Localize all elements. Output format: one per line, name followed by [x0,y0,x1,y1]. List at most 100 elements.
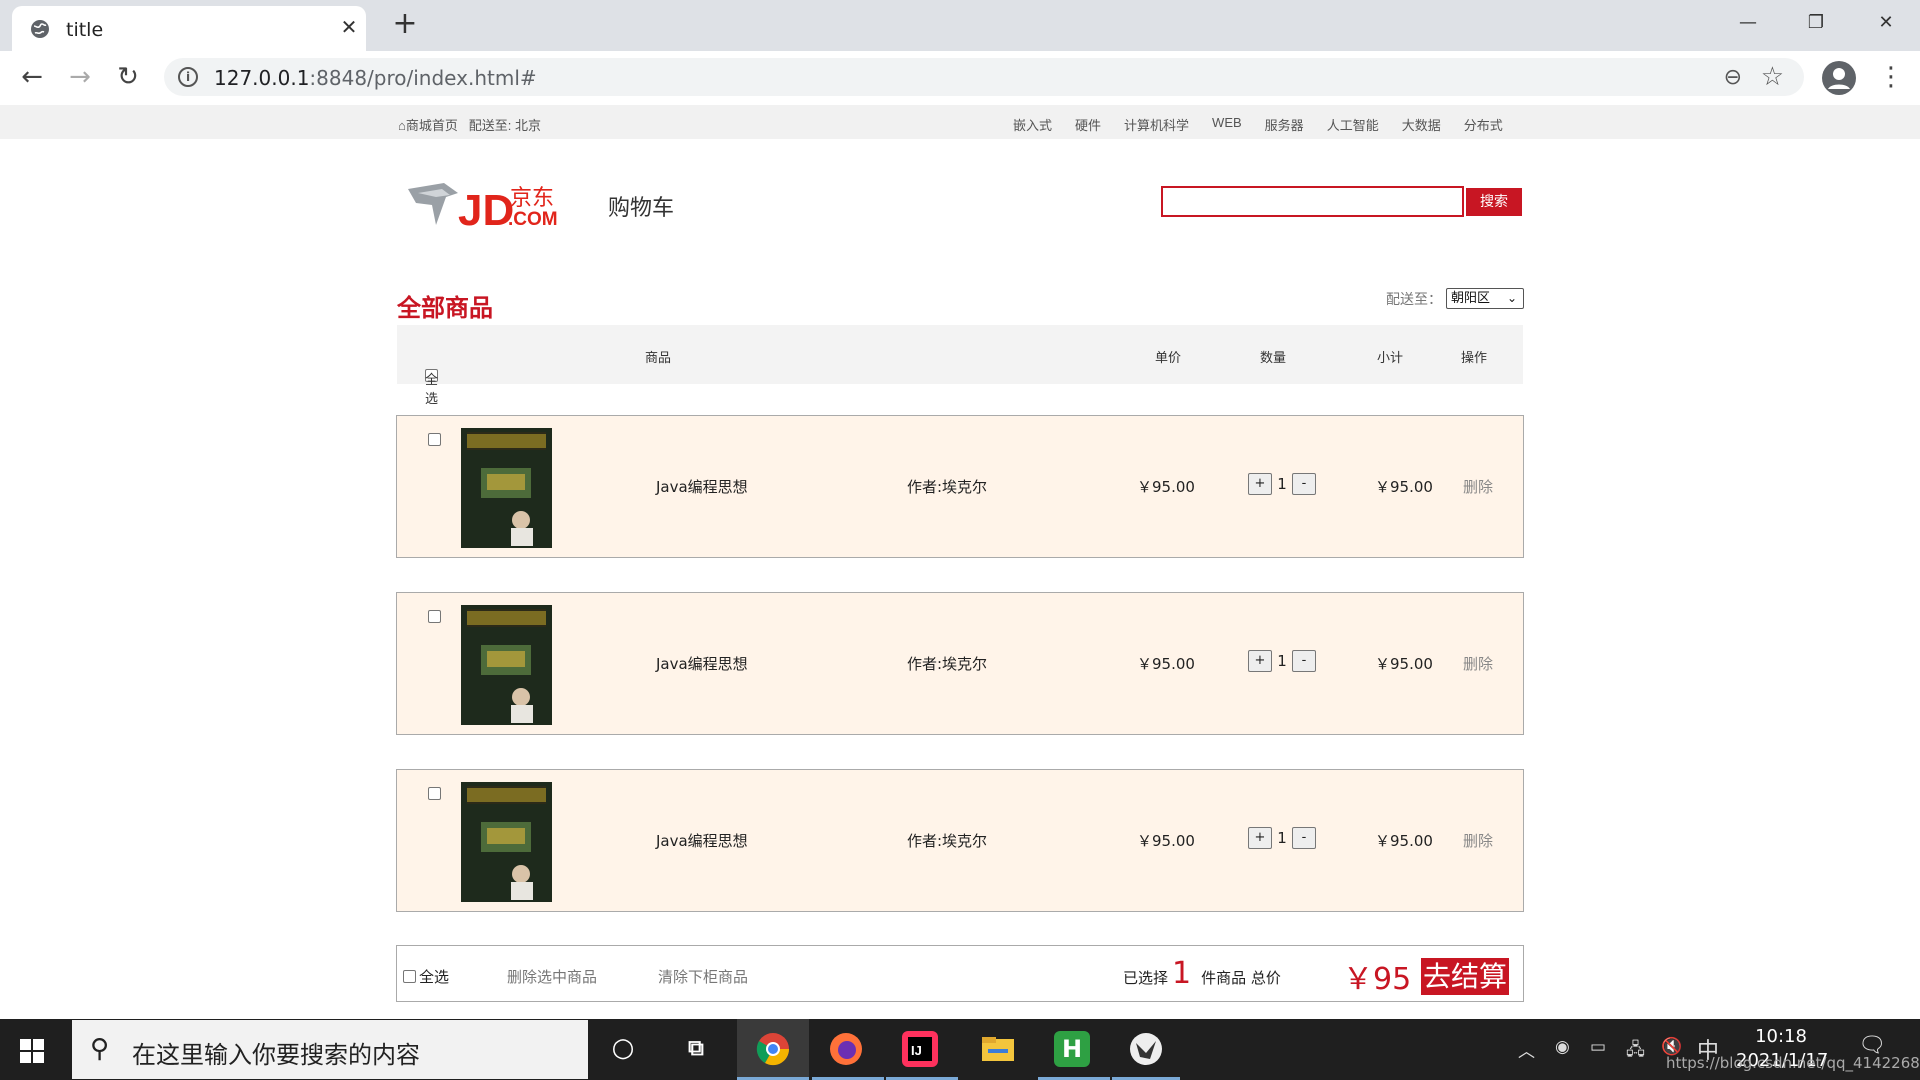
selected-summary: 已选择 1 件商品 总价 [1123,956,1281,991]
item-name[interactable]: Java编程思想 [656,653,748,674]
chosen-prefix: 已选择 [1123,969,1169,987]
category-link[interactable]: 分布式 [1464,115,1503,134]
cart-summary-bar: 全选 删除选中商品 清除下柜商品 已选择 1 件商品 总价 ￥95 去结算 [396,945,1524,1002]
url-text[interactable]: 127.0.0.1:8848/pro/index.html# [214,66,537,90]
info-icon[interactable]: i [178,67,198,87]
window-close-icon[interactable]: ✕ [1866,8,1906,38]
qty-minus-button[interactable]: - [1292,650,1316,672]
qty-value: 1 [1277,829,1287,847]
profile-avatar-icon[interactable] [1822,61,1856,95]
book-cover-image[interactable] [461,605,552,725]
home-icon[interactable]: ⌂ [398,118,406,133]
battery-icon[interactable]: ▭ [1590,1037,1606,1057]
total-price: ￥95 [1343,962,1412,997]
item-name[interactable]: Java编程思想 [656,830,748,851]
qty-plus-button[interactable]: + [1248,827,1272,849]
book-cover-image[interactable] [461,428,552,548]
forward-arrow-icon[interactable]: → [64,61,96,93]
category-links: 嵌入式 硬件 计算机科学 WEB 服务器 人工智能 大数据 分布式 [1013,115,1526,134]
minimize-icon[interactable]: — [1728,8,1768,38]
svg-text:JD: JD [458,186,514,233]
task-view-icon[interactable]: ⧉ [678,1031,714,1067]
footer-select-all[interactable]: 全选 [403,966,449,987]
district-select[interactable]: 朝阳区 ⌄ [1446,288,1524,309]
item-checkbox[interactable] [428,610,441,623]
category-link[interactable]: WEB [1212,115,1242,134]
reload-icon[interactable]: ↻ [112,61,144,93]
svg-text:.COM: .COM [508,209,558,230]
new-tab-icon[interactable]: + [390,9,420,40]
deliver-area: 配送至： 朝阳区 ⌄ [1386,288,1524,309]
deliver-label: 配送至： [1386,291,1442,308]
zoom-icon[interactable]: ⊖ [1724,65,1742,90]
book-cover-image[interactable] [461,782,552,902]
file-explorer-icon[interactable] [980,1031,1016,1067]
col-product: 商品 [645,351,672,366]
windows-taskbar: ⚲ 在这里输入你要搜索的内容 ○ ⧉ IJ H ︿ ◉ ▭ 🖧 🔇 中 10:1… [0,1019,1920,1080]
delete-item-link[interactable]: 删除 [1463,830,1493,851]
restore-icon[interactable]: ❐ [1796,8,1836,38]
delete-item-link[interactable]: 删除 [1463,653,1493,674]
jd-logo[interactable]: JD 京东 .COM [406,175,586,233]
ship-label: 配送至: [468,118,512,133]
delete-selected-link[interactable]: 删除选中商品 [507,966,597,987]
qty-value: 1 [1277,475,1287,493]
qty-value: 1 [1277,652,1287,670]
qty-minus-button[interactable]: - [1292,473,1316,495]
close-tab-icon[interactable]: ✕ [338,16,360,38]
item-subtotal: ￥95.00 [1375,655,1433,673]
qty-plus-button[interactable]: + [1248,650,1272,672]
all-products-title: 全部商品 [397,294,493,322]
hbuilder-icon[interactable]: H [1054,1031,1090,1067]
cart-title: 购物车 [608,196,675,221]
browser-tab[interactable]: title ✕ [12,6,366,51]
tray-chevron-up-icon[interactable]: ︿ [1518,1037,1535,1062]
page-content: ⌂商城首页 配送至: 北京 嵌入式 硬件 计算机科学 WEB 服务器 人工智能 … [0,103,1920,1019]
quantity-stepper: + 1 - [1248,827,1316,849]
footer-select-all-checkbox[interactable] [403,970,416,983]
qty-minus-button[interactable]: - [1292,827,1316,849]
cart-table-header: 全选 商品 单价 数量 小计 操作 [397,325,1523,407]
back-arrow-icon[interactable]: ← [16,61,48,93]
delete-item-link[interactable]: 删除 [1463,476,1493,497]
checkout-button[interactable]: 去结算 [1421,958,1509,995]
chosen-suffix: 件商品 总价 [1201,969,1281,987]
notification-icon[interactable]: 🗨 [1858,1033,1886,1058]
quantity-stepper: + 1 - [1248,650,1316,672]
ship-city[interactable]: 北京 [515,118,541,133]
category-link[interactable]: 人工智能 [1327,115,1379,134]
item-subtotal: ￥95.00 [1375,832,1433,850]
cart-item-row: Java编程思想 作者:埃克尔 ￥95.00 + 1 - ￥95.00 删除 [396,592,1524,735]
app-avatar-icon[interactable] [1128,1031,1164,1067]
category-link[interactable]: 服务器 [1265,115,1304,134]
item-name[interactable]: Java编程思想 [656,476,748,497]
more-menu-icon[interactable]: ⋮ [1878,61,1904,93]
category-link[interactable]: 硬件 [1075,115,1101,134]
browser-toolbar: ← → ↻ i 127.0.0.1:8848/pro/index.html# ⊖… [0,51,1920,103]
qty-plus-button[interactable]: + [1248,473,1272,495]
clear-offshelf-link[interactable]: 清除下柜商品 [658,966,748,987]
search-button[interactable]: 搜索 [1466,188,1522,216]
item-checkbox[interactable] [428,787,441,800]
mall-home-link[interactable]: 商城首页 [406,118,458,133]
item-author: 作者:埃克尔 [907,832,988,850]
star-icon[interactable]: ☆ [1761,62,1784,92]
clock-time: 10:18 [1755,1026,1807,1047]
windows-start-icon[interactable] [20,1039,44,1063]
item-checkbox[interactable] [428,433,441,446]
cortana-icon[interactable]: ○ [605,1031,641,1067]
category-link[interactable]: 嵌入式 [1013,115,1052,134]
address-bar[interactable]: i 127.0.0.1:8848/pro/index.html# ⊖ ☆ [164,58,1804,96]
cart-item-row: Java编程思想 作者:埃克尔 ￥95.00 + 1 - ￥95.00 删除 [396,415,1524,558]
category-link[interactable]: 计算机科学 [1124,115,1189,134]
qq-tray-icon[interactable]: ◉ [1555,1037,1570,1057]
chrome-icon[interactable] [755,1031,791,1067]
search-icon: ⚲ [90,1034,110,1064]
network-icon[interactable]: 🖧 [1626,1037,1645,1066]
firefox-icon[interactable] [828,1031,864,1067]
search-input[interactable] [1161,186,1464,217]
item-unit-price: ￥95.00 [1137,655,1195,673]
taskbar-search[interactable]: ⚲ 在这里输入你要搜索的内容 [72,1020,588,1079]
category-link[interactable]: 大数据 [1402,115,1441,134]
intellij-icon[interactable]: IJ [902,1031,938,1067]
